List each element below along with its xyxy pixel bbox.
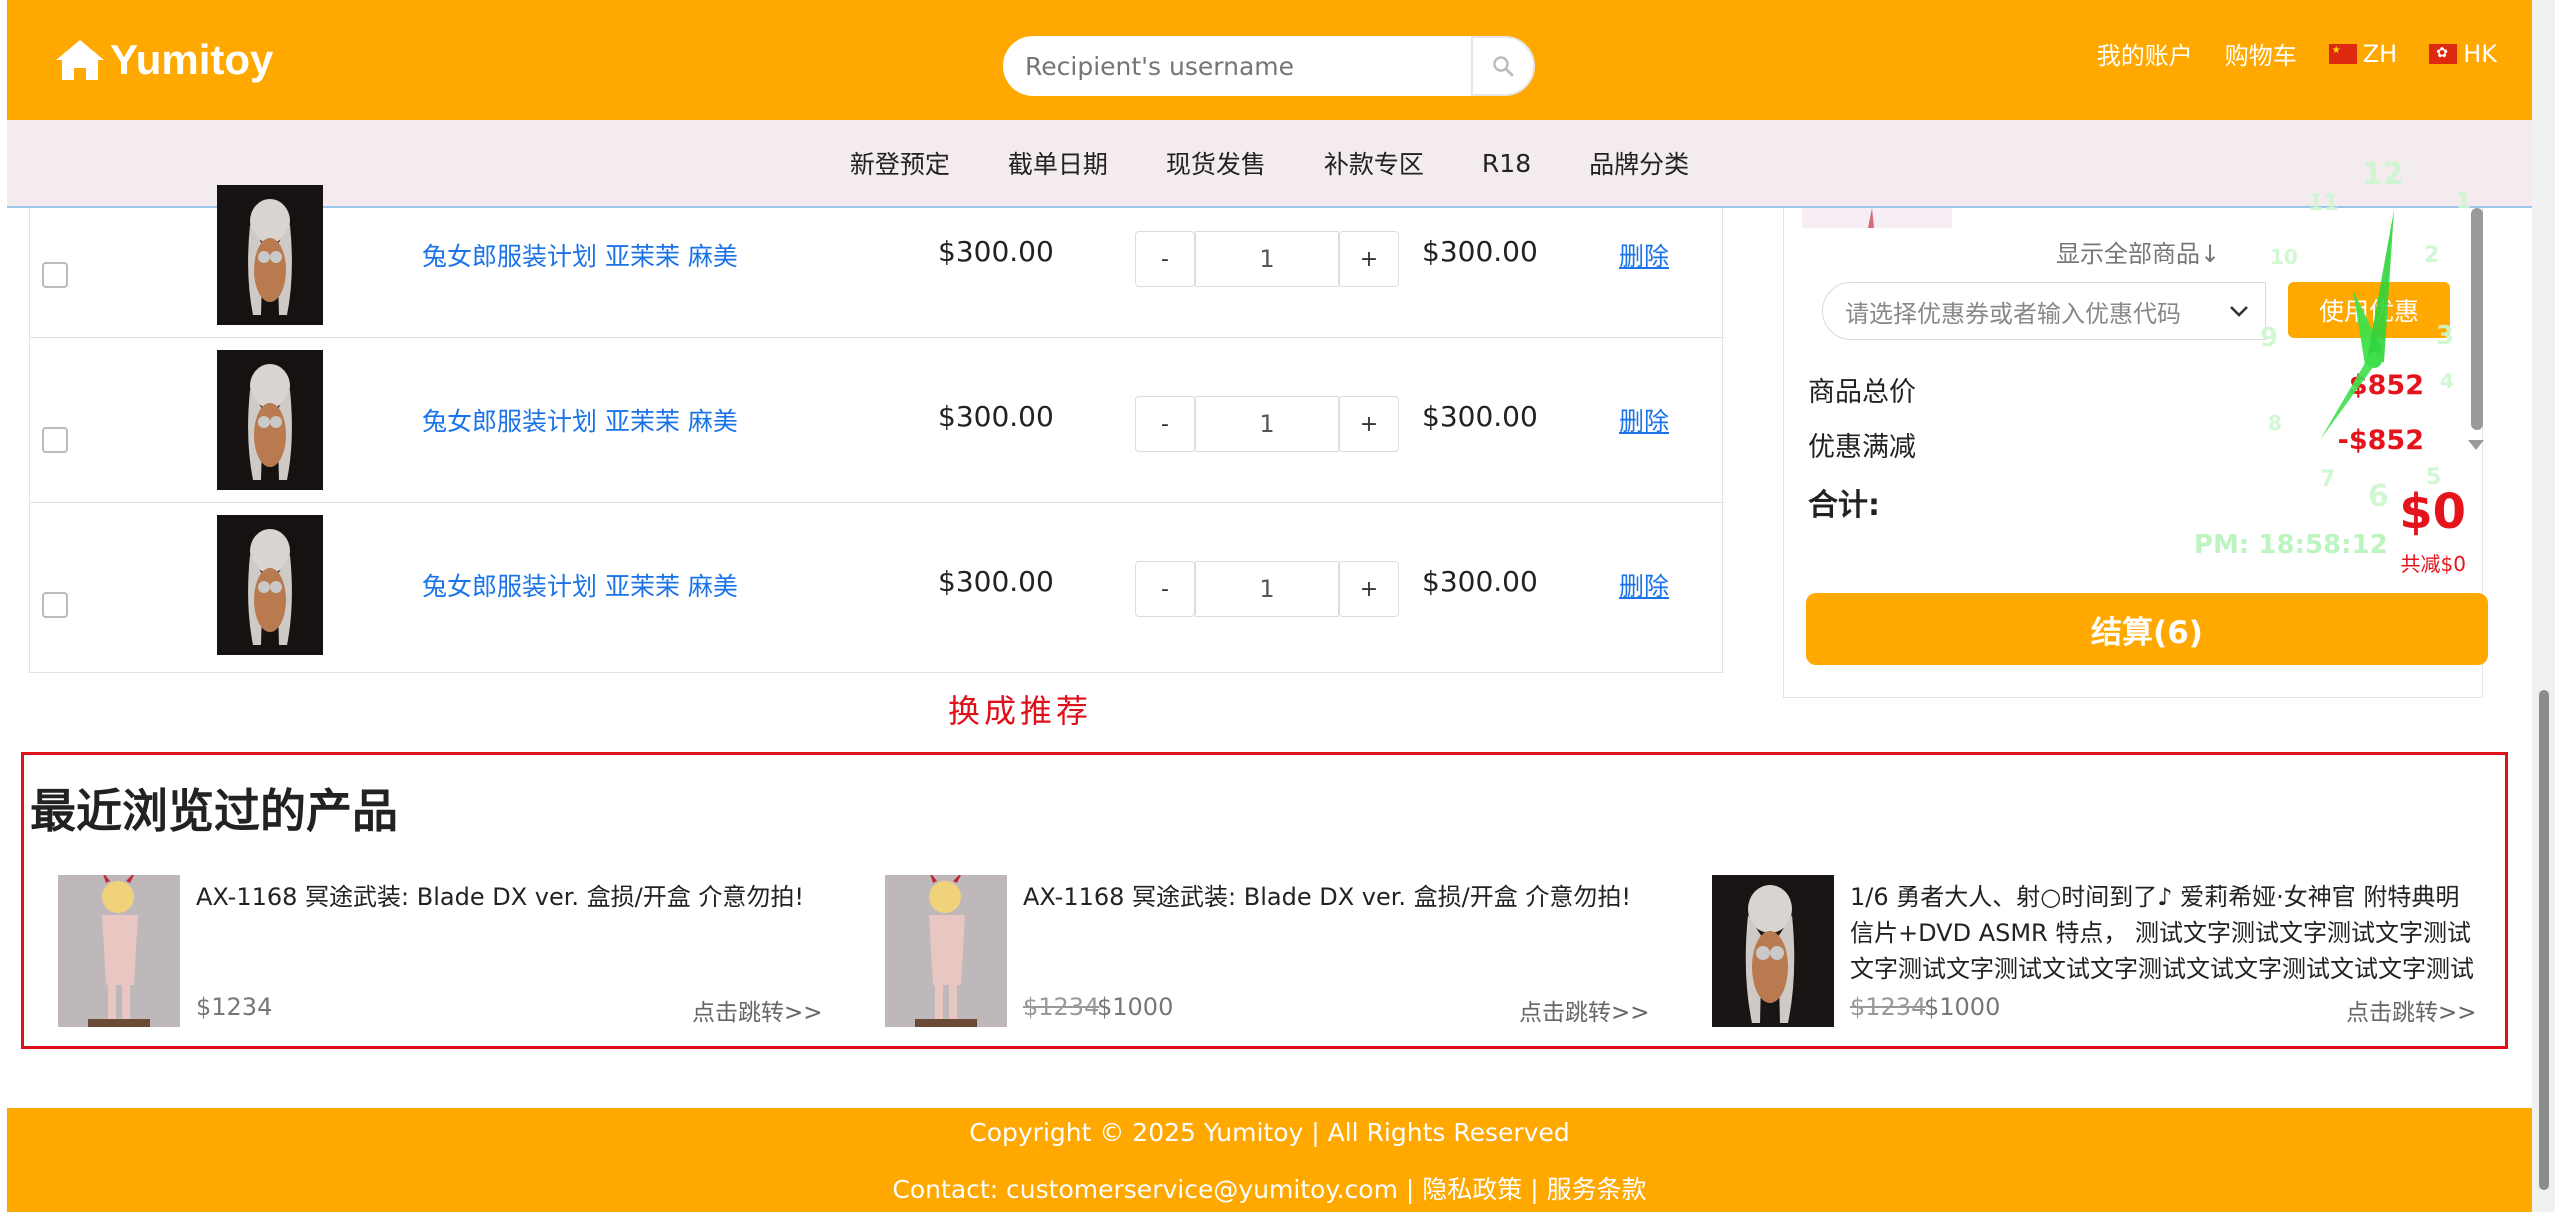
qty-input[interactable]: 1	[1195, 396, 1339, 452]
top-links: 我的账户 购物车 ZH HK	[2065, 36, 2497, 71]
qty-input[interactable]: 1	[1195, 561, 1339, 617]
chevron-down-icon	[2230, 306, 2248, 317]
brand-name: Yumitoy	[110, 36, 274, 83]
product-thumbnail	[217, 350, 323, 490]
recent-product-name: AX-1168 冥途武装: Blade DX ver. 盒损/开盒 介意勿拍!	[1023, 883, 1631, 911]
contact-links[interactable]: Contact: customerservice@yumitoy.com | 隐…	[7, 1170, 2532, 1206]
qty-increase-button[interactable]: +	[1339, 561, 1399, 617]
qty-decrease-button[interactable]: -	[1135, 231, 1195, 287]
account-link[interactable]: 我的账户	[2097, 36, 2193, 71]
annotation-note: 换成推荐	[948, 692, 1093, 730]
discount-value: -$852	[2337, 425, 2424, 456]
show-all-products-toggle[interactable]: 显示全部商品↓	[2056, 234, 2220, 269]
unit-price: $300.00	[938, 400, 1054, 433]
product-thumbnail	[58, 875, 180, 1027]
unit-price: $300.00	[938, 235, 1054, 268]
lang-zh-link[interactable]: ZH	[2328, 39, 2398, 68]
section-title: 最近浏览过的产品	[30, 784, 398, 838]
recent-product-link[interactable]: 点击跳转>>	[1519, 993, 1650, 1027]
total-value: $0	[2399, 484, 2466, 540]
checkout-button[interactable]: 结算(6)	[1806, 593, 2488, 665]
recent-product-link[interactable]: 点击跳转>>	[692, 993, 823, 1027]
apply-coupon-button[interactable]: 使用优惠	[2288, 282, 2450, 338]
lang-hk-link[interactable]: HK	[2429, 40, 2497, 68]
total-label: 合计:	[1808, 488, 1880, 523]
cart-table: 兔女郎服装计划 亚茉茉 麻美 $300.00 - 1 + $300.00 删除 …	[29, 185, 1724, 673]
product-name-link[interactable]: 兔女郎服装计划 亚茉茉 麻美	[422, 237, 738, 273]
lang-zh-label: ZH	[2362, 39, 2398, 68]
search-bar	[1003, 36, 1535, 96]
cart-row: 兔女郎服装计划 亚茉茉 麻美 $300.00 - 1 + $300.00 删除	[30, 503, 1724, 668]
product-thumbnail	[885, 875, 1007, 1027]
cart-link[interactable]: 购物车	[2225, 36, 2297, 71]
product-thumbnail	[217, 515, 323, 655]
row-checkbox[interactable]	[42, 427, 68, 453]
goods-total-label: 商品总价	[1808, 377, 1916, 408]
home-icon	[56, 40, 104, 80]
row-subtotal: $300.00	[1422, 400, 1538, 433]
unit-price: $300.00	[938, 565, 1054, 598]
quantity-stepper: - 1 +	[1135, 561, 1399, 617]
goods-total-value: $852	[2348, 370, 2424, 401]
quantity-stepper: - 1 +	[1135, 396, 1399, 452]
recent-product-name: 1/6 勇者大人、射○时间到了♪ 爱莉希娅·女神官 附特典明信片+DVD ASM…	[1850, 883, 2474, 983]
delete-link[interactable]: 删除	[1619, 402, 1669, 438]
row-checkbox[interactable]	[42, 262, 68, 288]
delete-link[interactable]: 删除	[1619, 237, 1669, 273]
coupon-select[interactable]: 请选择优惠券或者输入优惠代码	[1822, 282, 2266, 340]
recent-product-card[interactable]: AX-1168 冥途武装: Blade DX ver. 盒损/开盒 介意勿拍! …	[58, 875, 858, 1027]
brand-logo[interactable]: Yumitoy	[52, 30, 273, 90]
recent-product-price: $1000	[1924, 993, 2001, 1021]
qty-input[interactable]: 1	[1195, 231, 1339, 287]
coupon-placeholder: 请选择优惠券或者输入优惠代码	[1845, 299, 2181, 328]
qty-increase-button[interactable]: +	[1339, 231, 1399, 287]
qty-decrease-button[interactable]: -	[1135, 561, 1195, 617]
row-subtotal: $300.00	[1422, 235, 1538, 268]
row-checkbox[interactable]	[42, 592, 68, 618]
recent-product-price: $1000	[1097, 993, 1174, 1021]
search-button[interactable]	[1471, 36, 1535, 96]
recent-product-price: $1234	[196, 993, 273, 1021]
clock-digital-time: PM: 18:58:12	[2194, 530, 2388, 560]
row-subtotal: $300.00	[1422, 565, 1538, 598]
qty-decrease-button[interactable]: -	[1135, 396, 1195, 452]
product-thumbnail	[1712, 875, 1834, 1027]
search-input[interactable]	[1003, 36, 1471, 96]
hongkong-flag-icon	[2429, 43, 2458, 64]
recent-product-old-price: $1234	[1023, 993, 1100, 1021]
recent-product-link[interactable]: 点击跳转>>	[2346, 993, 2477, 1027]
order-summary-panel: 显示全部商品↓ 请选择优惠券或者输入优惠代码 使用优惠 商品总价 $852 优惠…	[1783, 208, 2488, 698]
site-footer: Copyright © 2025 Yumitoy | All Rights Re…	[7, 1108, 2532, 1212]
qty-increase-button[interactable]: +	[1339, 396, 1399, 452]
panel-scrollbar[interactable]	[2471, 208, 2483, 430]
product-thumbnail	[217, 185, 323, 325]
scroll-down-arrow-icon[interactable]	[2468, 440, 2484, 450]
lang-hk-label: HK	[2463, 39, 2497, 68]
delete-link[interactable]: 删除	[1619, 567, 1669, 603]
product-name-link[interactable]: 兔女郎服装计划 亚茉茉 麻美	[422, 567, 738, 603]
total-savings-note: 共减$0	[2400, 552, 2466, 576]
coupon-dropdown-toggle[interactable]	[2214, 282, 2264, 340]
recent-product-card[interactable]: AX-1168 冥途武装: Blade DX ver. 盒损/开盒 介意勿拍! …	[885, 875, 1685, 1027]
cart-row: 兔女郎服装计划 亚茉茉 麻美 $300.00 - 1 + $300.00 删除	[30, 338, 1724, 503]
product-preview-image	[1802, 208, 1952, 228]
discount-label: 优惠满减	[1808, 432, 1916, 463]
cart-row: 兔女郎服装计划 亚茉茉 麻美 $300.00 - 1 + $300.00 删除	[30, 173, 1724, 338]
quantity-stepper: - 1 +	[1135, 231, 1399, 287]
china-flag-icon	[2328, 43, 2357, 64]
search-icon	[1493, 56, 1514, 77]
copyright-text: Copyright © 2025 Yumitoy | All Rights Re…	[969, 1118, 1570, 1147]
product-name-link[interactable]: 兔女郎服装计划 亚茉茉 麻美	[422, 402, 738, 438]
recently-viewed-section: 最近浏览过的产品 AX-1168 冥途武装: Blade DX ver. 盒损/…	[21, 752, 2508, 1049]
recent-product-name: AX-1168 冥途武装: Blade DX ver. 盒损/开盒 介意勿拍!	[196, 883, 804, 911]
site-header: Yumitoy 我的账户 购物车 ZH HK	[7, 0, 2532, 120]
recent-product-card[interactable]: 1/6 勇者大人、射○时间到了♪ 爱莉希娅·女神官 附特典明信片+DVD ASM…	[1712, 875, 2512, 1027]
page-scrollbar-thumb[interactable]	[2539, 690, 2549, 1190]
recent-product-old-price: $1234	[1850, 993, 1927, 1021]
